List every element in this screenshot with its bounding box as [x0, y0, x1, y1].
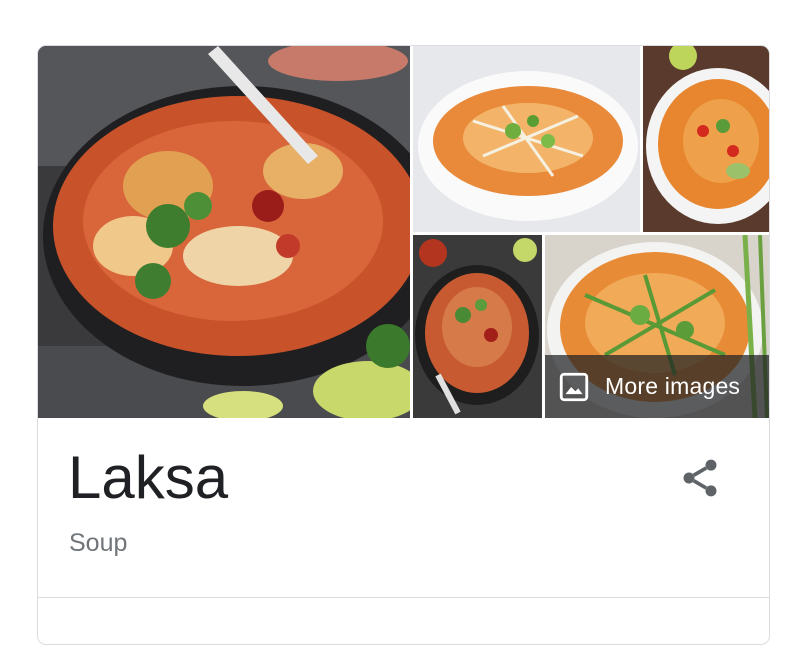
laksa-image-1[interactable] [38, 46, 410, 418]
image-gallery: More images [38, 46, 769, 418]
laksa-image-2[interactable] [413, 46, 640, 232]
entity-subtitle: Soup [69, 529, 128, 557]
image-icon [559, 372, 589, 401]
entity-title: Laksa [68, 444, 229, 511]
more-images-label: More images [605, 373, 741, 399]
share-icon [683, 459, 717, 497]
laksa-image-4[interactable] [413, 235, 542, 418]
share-button[interactable] [678, 456, 722, 500]
knowledge-panel-card: More images Laksa Soup [37, 45, 770, 645]
section-divider [38, 597, 769, 598]
more-images-button[interactable]: More images [545, 355, 769, 418]
laksa-image-3[interactable] [643, 46, 769, 232]
